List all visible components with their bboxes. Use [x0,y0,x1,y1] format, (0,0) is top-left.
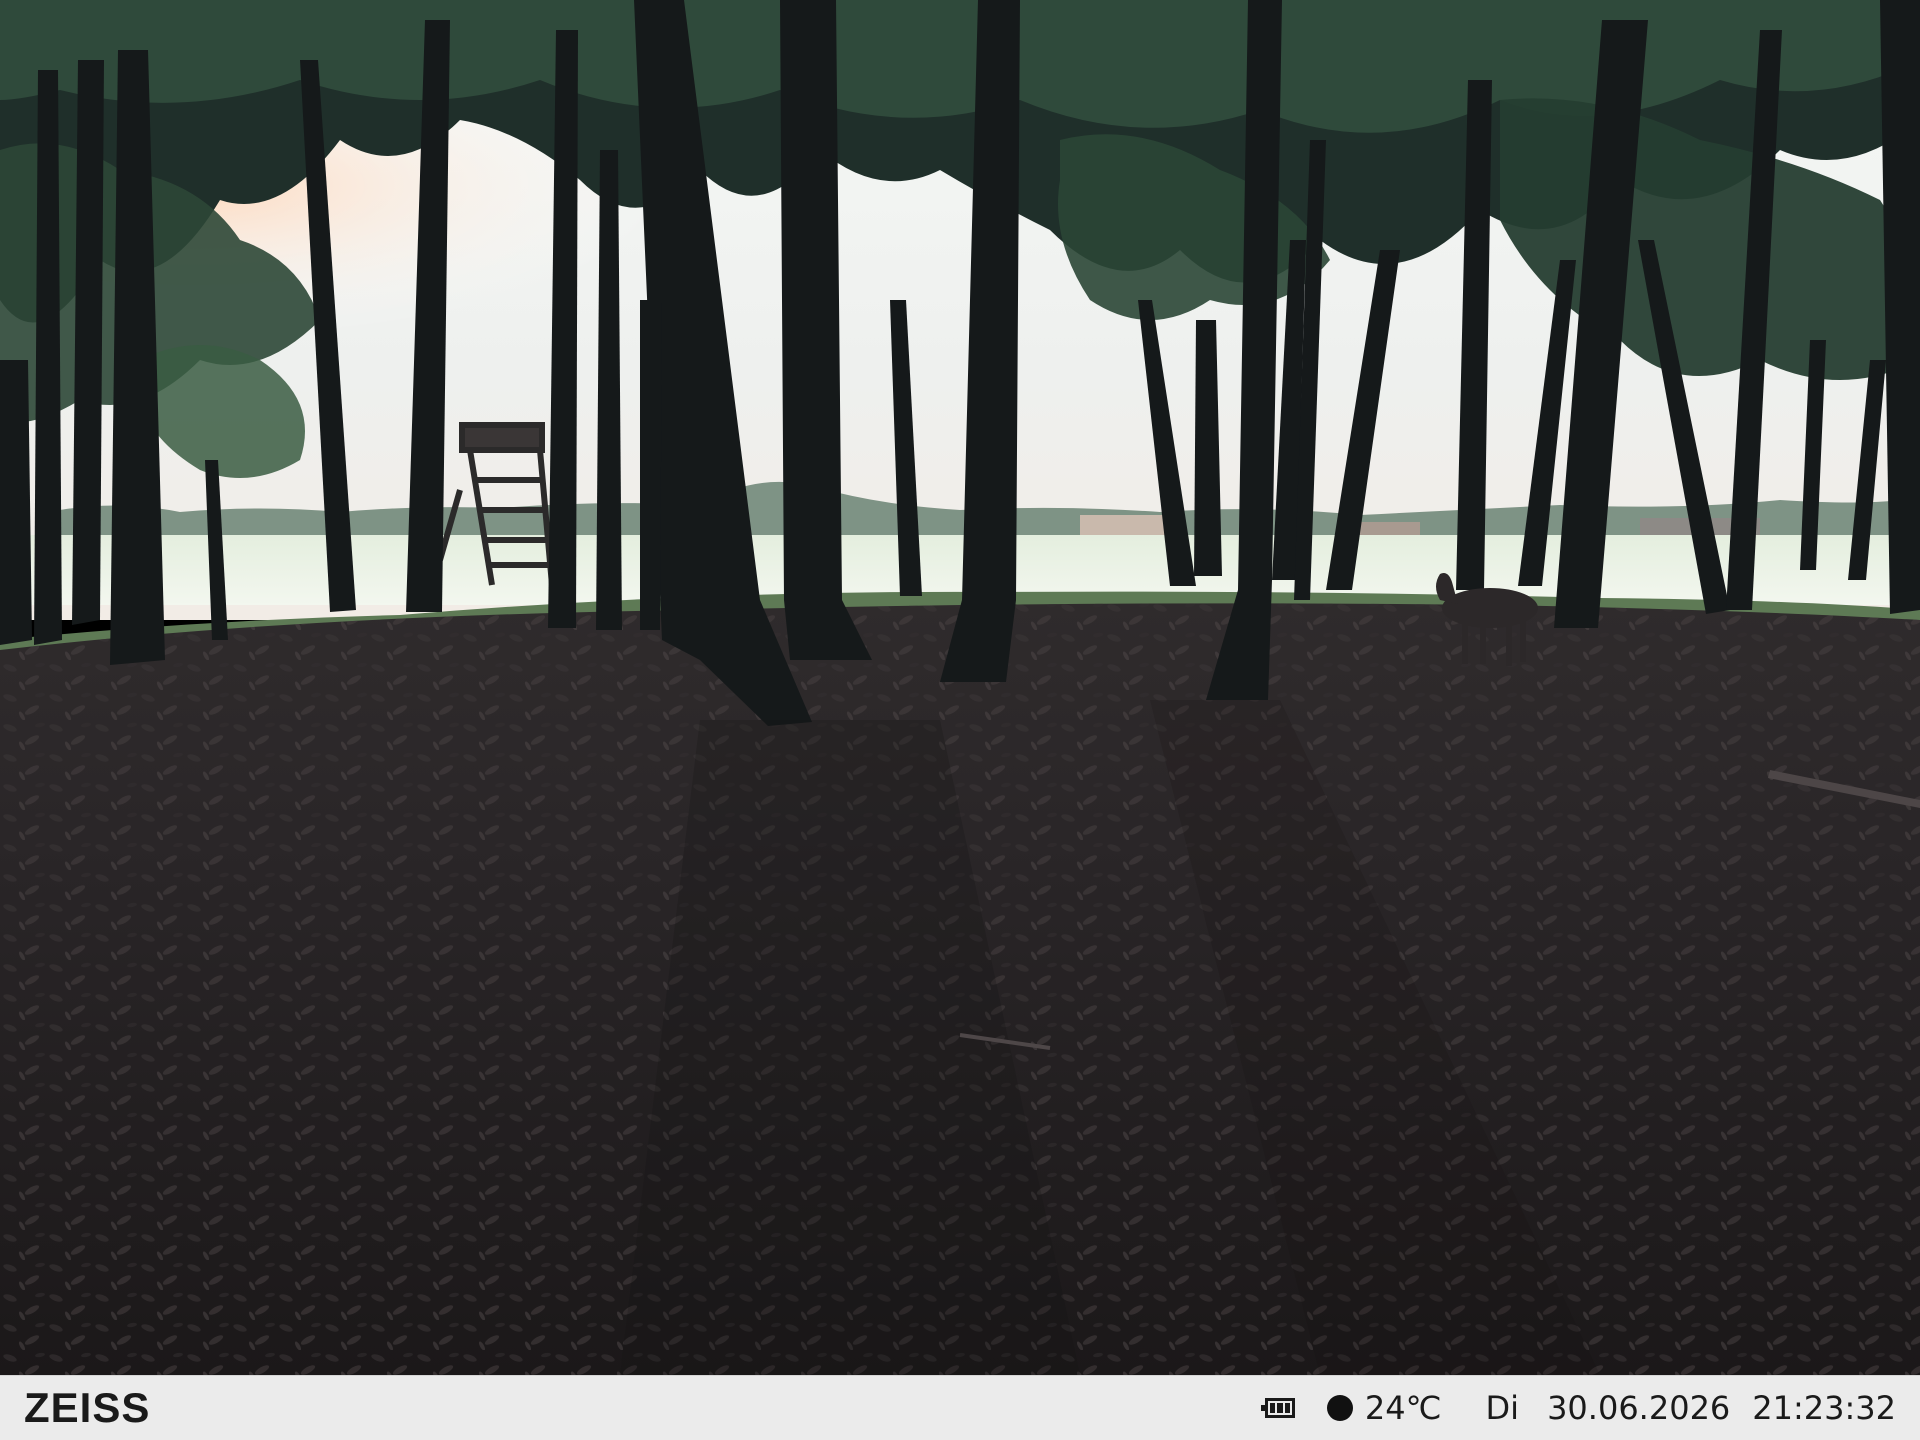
date-readout: 30.06.2026 [1547,1389,1731,1427]
time-readout: 21:23:32 [1752,1389,1896,1427]
trail-camera-frame: ZEISS 24℃ Di 30.06.2026 21:23:32 [0,0,1920,1440]
battery-icon [1260,1398,1295,1418]
brand-logo: ZEISS [24,1384,151,1431]
status-readout: 24℃ Di 30.06.2026 21:23:32 [1260,1388,1896,1428]
weekday-readout: Di [1485,1389,1520,1427]
forest-photo [0,0,1920,1375]
camera-info-bar: ZEISS 24℃ Di 30.06.2026 21:23:32 [0,1375,1920,1440]
temperature-readout: 24℃ [1364,1389,1442,1427]
record-dot-icon [1326,1395,1353,1421]
